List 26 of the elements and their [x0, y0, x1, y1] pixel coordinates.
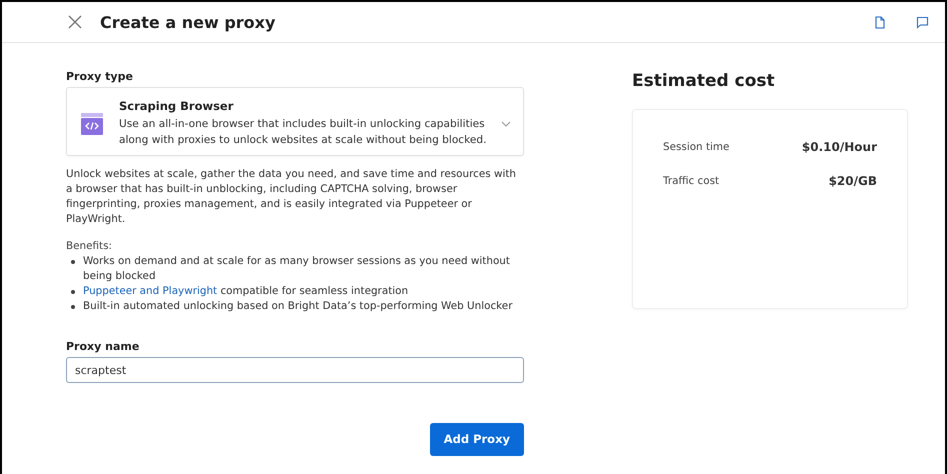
benefit-text: Puppeteer and Playwright compatible for seamless integration — [83, 284, 408, 299]
cost-value: $0.10/Hour — [802, 140, 877, 154]
cost-value: $20/GB — [828, 174, 877, 188]
chevron-down-icon — [501, 120, 511, 128]
description-text: Unlock websites at scale, gather the data you need, and save time and resources with a browser that has built-in unblocking, including CAPTCHA solving, browser fingerprinting, proxies management, and is easily integrated via Puppeteer or PlayWright. — [66, 167, 517, 227]
proxy-name-field[interactable]: scraptest — [66, 357, 524, 383]
field-label: Proxy name — [66, 340, 140, 353]
close-icon[interactable] — [68, 15, 82, 29]
proxy-type-dropdown[interactable]: Scraping Browser Use an all-in-one browser that includes built-in unlocking capabilities along with proxies to unlock websites at scale without being blocked. — [66, 87, 524, 156]
bullet-icon — [71, 260, 75, 264]
cost-label: Session time — [663, 141, 730, 153]
code-window-icon — [81, 112, 103, 134]
option-description: Use an all-in-one browser that includes built-in unlocking capabilities along with proxies to unlock websites at scale without being blocked. — [119, 117, 488, 148]
page-title: Create a new proxy — [100, 12, 276, 32]
section-title: Estimated cost — [632, 71, 776, 91]
option-title: Scraping Browser — [119, 99, 234, 113]
field-label: Proxy type — [66, 70, 134, 83]
benefits-heading: Benefits: — [66, 239, 114, 254]
add-proxy-button[interactable]: Add Proxy — [430, 423, 524, 456]
benefit-text: Built-in automated unlocking based on Bright Data’s top-performing Web Unlocker — [83, 299, 512, 314]
bullet-icon — [71, 305, 75, 309]
bullet-icon — [71, 290, 75, 294]
chat-icon[interactable] — [916, 16, 929, 28]
cost-label: Traffic cost — [663, 175, 720, 187]
document-icon[interactable] — [873, 16, 886, 28]
link[interactable]: Puppeteer and Playwright — [83, 285, 218, 297]
